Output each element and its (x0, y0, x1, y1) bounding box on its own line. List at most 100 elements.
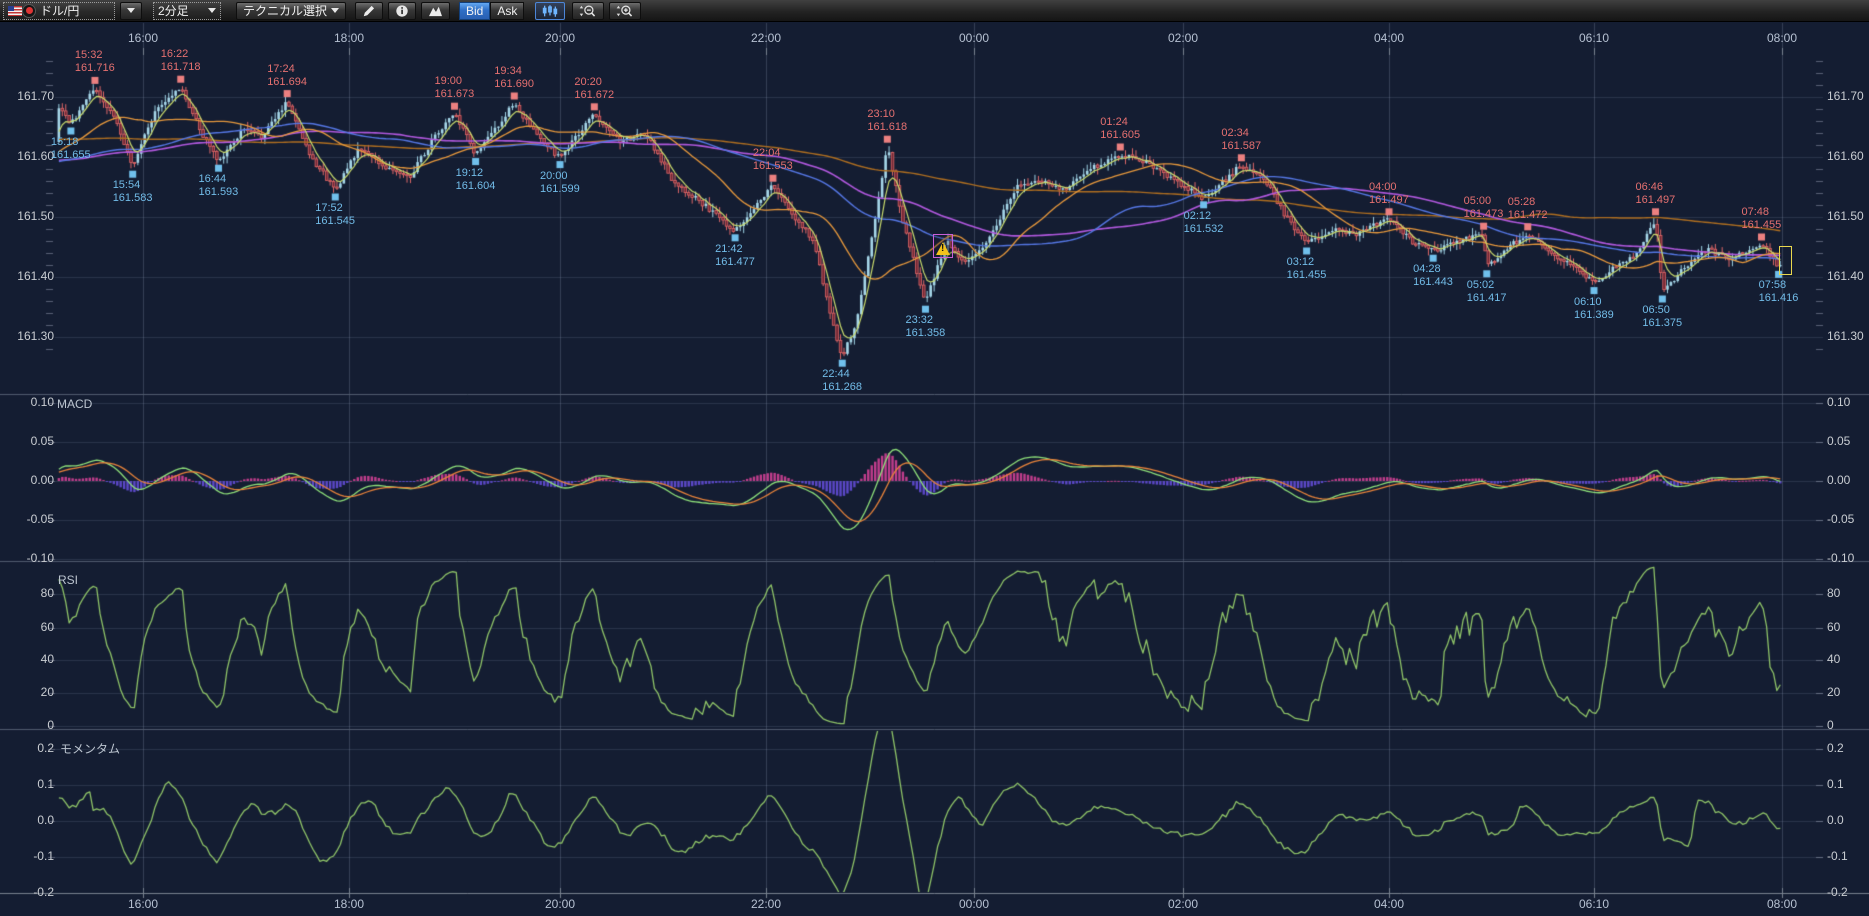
rsi-axis-label: 20 (0, 685, 54, 699)
macd-axis-label: 0.05 (0, 434, 54, 448)
rsi-axis-label: 20 (1827, 685, 1840, 699)
annotation-low: 15:54161.583 (113, 179, 153, 205)
annotation-low: 15:18161.655 (51, 136, 91, 162)
rsi-axis-label: 60 (1827, 620, 1840, 634)
technical-select-label: テクニカル選択 (243, 2, 327, 19)
price-axis-label: 161.60 (1827, 149, 1864, 163)
time-axis-label: 22:00 (743, 31, 789, 45)
timeframe-selector[interactable]: 2分足 (153, 2, 221, 20)
bid-button[interactable]: Bid (459, 2, 490, 20)
chevron-down-icon (127, 8, 135, 13)
macd-axis-label: -0.10 (0, 551, 54, 565)
area-chart-button[interactable] (421, 2, 450, 20)
ask-label: Ask (497, 4, 517, 18)
info-icon (395, 4, 409, 18)
rsi-axis-label: 60 (0, 620, 54, 634)
price-axis-label: 161.60 (0, 149, 54, 163)
time-axis-label: 06:10 (1571, 897, 1617, 911)
annotation-high: 16:22161.718 (161, 48, 201, 74)
time-axis-label: 00:00 (951, 31, 997, 45)
momentum-axis-label: 0.2 (0, 741, 54, 755)
annotation-high: 22:04161.553 (753, 147, 793, 173)
annotation-low: 06:10161.389 (1574, 296, 1614, 322)
annotation-low: 05:02161.417 (1467, 279, 1507, 305)
momentum-axis-label: 0.1 (0, 777, 54, 791)
momentum-axis-label: -0.2 (1827, 885, 1848, 899)
annotation-low: 22:44161.268 (822, 368, 862, 394)
timeframe-label: 2分足 (158, 2, 189, 19)
rsi-axis-label: 40 (1827, 652, 1840, 666)
time-axis-label: 18:00 (326, 897, 372, 911)
price-axis-label: 161.50 (1827, 209, 1864, 223)
draw-tool-button[interactable] (355, 2, 383, 20)
annotation-high: 19:00161.673 (435, 75, 475, 101)
annotation-high: 07:48161.455 (1741, 206, 1781, 232)
macd-axis-label: 0.00 (0, 473, 54, 487)
time-axis-label: 00:00 (951, 897, 997, 911)
zoom-out-button[interactable] (572, 2, 604, 20)
annotation-low: 04:28161.443 (1413, 263, 1453, 289)
price-axis-label: 161.50 (0, 209, 54, 223)
time-axis-label: 08:00 (1759, 897, 1805, 911)
japan-flag-icon (22, 4, 36, 18)
time-axis-label: 02:00 (1160, 897, 1206, 911)
macd-axis-label: 0.10 (0, 395, 54, 409)
price-axis-label: 161.40 (0, 269, 54, 283)
annotation-high: 02:34161.587 (1221, 127, 1261, 153)
area-chart-icon (428, 4, 443, 17)
info-button[interactable] (388, 2, 416, 20)
annotation-high: 04:00161.497 (1369, 181, 1409, 207)
macd-axis-label: 0.00 (1827, 473, 1850, 487)
price-axis-label: 161.40 (1827, 269, 1864, 283)
annotation-low: 19:12161.604 (456, 167, 496, 193)
rsi-axis-label: 0 (0, 718, 54, 732)
time-axis-label: 06:10 (1571, 31, 1617, 45)
pair-selector[interactable]: ドル/円 (3, 2, 115, 20)
annotation-high: 01:24161.605 (1100, 116, 1140, 142)
annotation-high: 06:46161.497 (1636, 181, 1676, 207)
zoom-in-icon (616, 4, 634, 18)
price-axis-label: 161.70 (1827, 89, 1864, 103)
annotation-low: 02:12161.532 (1184, 210, 1224, 236)
price-axis-label: 161.30 (0, 329, 54, 343)
pencil-icon (362, 4, 376, 18)
annotation-high: 05:28161.472 (1508, 196, 1548, 222)
zoom-in-button[interactable] (609, 2, 641, 20)
candlestick-chart-button[interactable] (535, 2, 565, 20)
toolbar: ドル/円 2分足 テクニカル選択 (0, 0, 1869, 22)
annotation-low: 07:58161.416 (1759, 279, 1799, 305)
warning-triangle-icon (936, 242, 950, 255)
us-flag-icon (8, 6, 22, 16)
annotation-low: 20:00161.599 (540, 170, 580, 196)
momentum-panel-title: モメンタム (60, 740, 120, 757)
ask-button[interactable]: Ask (490, 2, 524, 20)
technical-select-button[interactable]: テクニカル選択 (236, 2, 346, 20)
annotation-low: 21:42161.477 (715, 243, 755, 269)
momentum-axis-label: 0.1 (1827, 777, 1844, 791)
annotation-high: 20:20161.672 (574, 76, 614, 102)
annotation-low: 03:12161.455 (1287, 256, 1327, 282)
annotation-high: 17:24161.694 (267, 63, 307, 89)
annotation-high: 19:34161.690 (494, 65, 534, 91)
annotation-high: 23:10161.618 (867, 108, 907, 134)
bid-label: Bid (466, 4, 483, 18)
momentum-axis-label: 0.0 (1827, 813, 1844, 827)
annotation-high: 15:32161.716 (75, 49, 115, 75)
chart-window: ドル/円 2分足 テクニカル選択 (0, 0, 1869, 916)
time-axis-label: 16:00 (120, 31, 166, 45)
time-axis-label: 04:00 (1366, 31, 1412, 45)
time-axis-label: 20:00 (537, 897, 583, 911)
selected-candle-highlight (1779, 246, 1792, 275)
annotation-low: 06:50161.375 (1642, 304, 1682, 330)
pair-dropdown-button[interactable] (120, 2, 142, 20)
macd-axis-label: 0.10 (1827, 395, 1850, 409)
annotation-low: 16:44161.593 (199, 173, 239, 199)
rsi-axis-label: 80 (0, 586, 54, 600)
alert-icon[interactable] (933, 234, 953, 258)
time-axis-label: 08:00 (1759, 31, 1805, 45)
price-axis-label: 161.30 (1827, 329, 1864, 343)
time-axis-label: 22:00 (743, 897, 789, 911)
chart-canvas[interactable] (0, 0, 1869, 916)
rsi-panel-title: RSI (58, 573, 78, 587)
candlestick-chart-icon (542, 4, 558, 18)
